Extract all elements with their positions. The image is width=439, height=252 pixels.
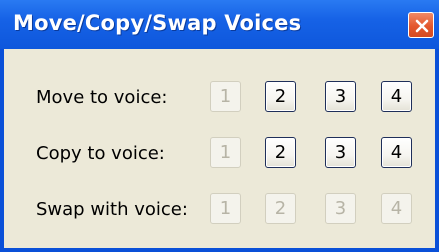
move-voice-4-button[interactable]: 4 xyxy=(381,81,412,112)
copy-voice-2-button[interactable]: 2 xyxy=(265,137,296,168)
copy-voice-1-button[interactable]: 1 xyxy=(210,137,241,168)
copy-to-voice-label: Copy to voice: xyxy=(36,143,165,164)
copy-voice-4-button[interactable]: 4 xyxy=(381,137,412,168)
move-copy-swap-voices-dialog: Move/Copy/Swap Voices Move to voice: 1 2… xyxy=(0,0,439,252)
swap-voice-1-button[interactable]: 1 xyxy=(210,193,241,224)
move-to-voice-label: Move to voice: xyxy=(36,87,168,108)
dialog-body: Move to voice: 1 2 3 4 Copy to voice: 1 … xyxy=(4,49,435,248)
swap-with-voice-label: Swap with voice: xyxy=(36,199,188,220)
title-bar[interactable]: Move/Copy/Swap Voices xyxy=(0,0,439,49)
move-voice-1-button[interactable]: 1 xyxy=(210,81,241,112)
copy-voice-3-button[interactable]: 3 xyxy=(325,137,356,168)
move-voice-2-button[interactable]: 2 xyxy=(265,81,296,112)
swap-voice-3-button[interactable]: 3 xyxy=(325,193,356,224)
close-icon xyxy=(415,19,429,33)
move-voice-3-button[interactable]: 3 xyxy=(325,81,356,112)
swap-voice-4-button[interactable]: 4 xyxy=(381,193,412,224)
window-title: Move/Copy/Swap Voices xyxy=(13,11,302,35)
close-button[interactable] xyxy=(408,12,434,38)
swap-voice-2-button[interactable]: 2 xyxy=(265,193,296,224)
